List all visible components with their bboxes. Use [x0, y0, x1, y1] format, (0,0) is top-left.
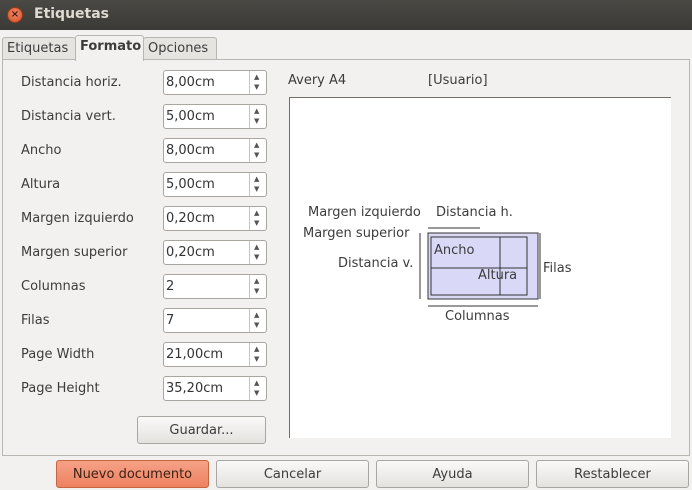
label-vertical-distance: Distancia vert. — [21, 109, 116, 124]
stepper-up-icon[interactable]: ▲ — [254, 379, 259, 387]
stepper-down-icon[interactable]: ▼ — [254, 253, 259, 261]
page-width-value: 21,00cm — [166, 347, 224, 362]
label-page-width: Page Width — [21, 347, 95, 362]
label-width: Ancho — [21, 143, 62, 158]
label-rows: Filas — [21, 313, 50, 328]
columns-stepper[interactable]: ▲ ▼ — [249, 275, 266, 298]
stepper-down-icon[interactable]: ▼ — [254, 389, 259, 397]
stepper-down-icon[interactable]: ▼ — [254, 117, 259, 125]
vertical-distance-stepper[interactable]: ▲ ▼ — [249, 105, 266, 128]
height-stepper[interactable]: ▲ ▼ — [249, 173, 266, 196]
stepper-down-icon[interactable]: ▼ — [254, 185, 259, 193]
stepper-up-icon[interactable]: ▲ — [254, 209, 259, 217]
save-button[interactable]: Guardar... — [137, 416, 266, 444]
preview-left-margin-label: Margen izquierdo — [308, 205, 421, 220]
horizontal-distance-field[interactable]: 8,00cm ▲ ▼ — [163, 70, 267, 95]
help-button[interactable]: Ayuda — [376, 460, 529, 488]
preview-h-distance-label: Distancia h. — [436, 205, 513, 220]
stepper-up-icon[interactable]: ▲ — [254, 73, 259, 81]
columns-field[interactable]: 2 ▲ ▼ — [163, 274, 267, 299]
label-top-margin: Margen superior — [21, 245, 128, 260]
page-width-field[interactable]: 21,00cm ▲ ▼ — [163, 342, 267, 367]
stepper-down-icon[interactable]: ▼ — [254, 83, 259, 91]
left-margin-value: 0,20cm — [166, 211, 215, 226]
preview-top-margin-label: Margen superior — [303, 226, 410, 241]
left-margin-stepper[interactable]: ▲ ▼ — [249, 207, 266, 230]
stepper-down-icon[interactable]: ▼ — [254, 219, 259, 227]
rows-stepper[interactable]: ▲ ▼ — [249, 309, 266, 332]
rows-field[interactable]: 7 ▲ ▼ — [163, 308, 267, 333]
label-horizontal-distance: Distancia horiz. — [21, 75, 122, 90]
top-margin-stepper[interactable]: ▲ ▼ — [249, 241, 266, 264]
page-height-stepper[interactable]: ▲ ▼ — [249, 377, 266, 400]
width-field[interactable]: 8,00cm ▲ ▼ — [163, 138, 267, 163]
preview-v-distance-label: Distancia v. — [338, 256, 414, 271]
label-left-margin: Margen izquierdo — [21, 211, 134, 226]
label-columns: Columnas — [21, 279, 86, 294]
reset-button[interactable]: Restablecer — [536, 460, 689, 488]
columns-value: 2 — [166, 279, 175, 294]
vertical-distance-field[interactable]: 5,00cm ▲ ▼ — [163, 104, 267, 129]
close-icon[interactable]: × — [7, 7, 23, 23]
top-margin-value: 0,20cm — [166, 245, 215, 260]
preview-width-label: Ancho — [434, 243, 475, 258]
stepper-up-icon[interactable]: ▲ — [254, 345, 259, 353]
height-value: 5,00cm — [166, 177, 215, 192]
stepper-up-icon[interactable]: ▲ — [254, 311, 259, 319]
preview-height-label: Altura — [478, 268, 518, 283]
page-height-value: 35,20cm — [166, 381, 224, 396]
label-preview: Margen izquierdo Distancia h. Margen sup… — [289, 97, 671, 438]
top-margin-field[interactable]: 0,20cm ▲ ▼ — [163, 240, 267, 265]
tab-opciones[interactable]: Opciones — [143, 37, 217, 60]
width-value: 8,00cm — [166, 143, 215, 158]
page-width-stepper[interactable]: ▲ ▼ — [249, 343, 266, 366]
stepper-up-icon[interactable]: ▲ — [254, 277, 259, 285]
tab-formato[interactable]: Formato — [75, 35, 144, 61]
stepper-down-icon[interactable]: ▼ — [254, 321, 259, 329]
horizontal-distance-value: 8,00cm — [166, 75, 215, 90]
format-panel: Distancia horiz. 8,00cm ▲ ▼ Distancia ver… — [2, 59, 690, 456]
cancel-button[interactable]: Cancelar — [216, 460, 369, 488]
preview-rows-label: Filas — [543, 261, 572, 276]
label-height: Altura — [21, 177, 61, 192]
horizontal-distance-stepper[interactable]: ▲ ▼ — [249, 71, 266, 94]
width-stepper[interactable]: ▲ ▼ — [249, 139, 266, 162]
stepper-up-icon[interactable]: ▲ — [254, 141, 259, 149]
tab-etiquetas[interactable]: Etiquetas — [2, 37, 76, 60]
title-bar: × Etiquetas — [0, 0, 692, 30]
stepper-up-icon[interactable]: ▲ — [254, 243, 259, 251]
stepper-up-icon[interactable]: ▲ — [254, 175, 259, 183]
preview-type: [Usuario] — [428, 73, 488, 88]
stepper-down-icon[interactable]: ▼ — [254, 355, 259, 363]
vertical-distance-value: 5,00cm — [166, 109, 215, 124]
stepper-down-icon[interactable]: ▼ — [254, 151, 259, 159]
preview-brand: Avery A4 — [288, 73, 347, 88]
new-document-button[interactable]: Nuevo documento — [56, 460, 209, 488]
rows-value: 7 — [166, 313, 175, 328]
height-field[interactable]: 5,00cm ▲ ▼ — [163, 172, 267, 197]
window-title: Etiquetas — [34, 6, 110, 22]
preview-columns-label: Columnas — [445, 309, 510, 324]
stepper-down-icon[interactable]: ▼ — [254, 287, 259, 295]
page-height-field[interactable]: 35,20cm ▲ ▼ — [163, 376, 267, 401]
stepper-up-icon[interactable]: ▲ — [254, 107, 259, 115]
label-page-height: Page Height — [21, 381, 100, 396]
left-margin-field[interactable]: 0,20cm ▲ ▼ — [163, 206, 267, 231]
